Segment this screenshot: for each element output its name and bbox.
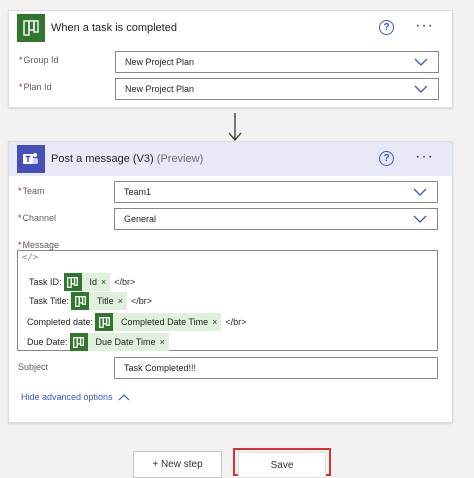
planner-token-icon [95,313,114,331]
new-step-button[interactable]: + New step [133,451,222,478]
token-label: Title [97,296,114,306]
close-icon[interactable]: × [118,296,127,306]
trigger-card: When a task is completed ? ··· *Group Id… [8,10,453,108]
group-id-label: *Group Id [19,55,59,65]
help-icon[interactable]: ? [379,20,394,35]
dynamic-token-title[interactable]: Title × [71,292,127,310]
planner-token-icon [69,333,88,351]
action-header[interactable]: Post a message (V3) (Preview) ? ··· [9,142,452,176]
team-value: Team1 [124,187,152,197]
token-label: Completed Date Time [121,317,209,327]
planner-token-icon [71,292,90,310]
required-marker: * [19,55,23,65]
subject-label: Subject [18,362,49,372]
line-suffix: </br> [225,317,247,327]
team-label: *Team [18,186,45,196]
preview-tag: (Preview) [156,153,204,165]
required-marker: * [18,186,22,196]
group-id-value: New Project Plan [125,57,195,67]
trigger-title: When a task is completed [51,22,177,34]
dynamic-token-id[interactable]: Id × [63,273,111,291]
save-button[interactable]: Save [238,452,326,478]
token-label: Id [89,277,98,287]
message-label: *Message [18,240,60,250]
dynamic-token-completed-date-time[interactable]: Completed Date Time × [95,313,222,331]
close-icon[interactable]: × [101,277,110,287]
token-label: Due Date Time [95,337,156,347]
subject-input[interactable]: Task Completed!!! [114,357,438,379]
plan-id-label: *Plan Id [19,82,52,92]
close-icon[interactable]: × [212,317,221,327]
plan-id-value: New Project Plan [125,84,195,94]
dynamic-token-due-date-time[interactable]: Due Date Time × [69,333,169,351]
channel-label: *Channel [18,213,57,223]
chevron-down-icon [413,188,427,196]
chevron-down-icon [413,215,427,223]
channel-dropdown[interactable]: General [114,208,438,230]
team-dropdown[interactable]: Team1 [114,181,438,203]
planner-token-icon [63,273,82,291]
chevron-down-icon [414,58,428,66]
required-marker: * [19,82,23,92]
plan-id-dropdown[interactable]: New Project Plan [115,78,439,100]
message-editor[interactable]: </> Task ID: Id × </br> Task Title: Titl… [17,250,438,351]
message-line-task-title: Task Title: Title × </br> [29,292,152,310]
subject-value: Task Completed!!! [124,363,197,373]
more-options-icon[interactable]: ··· [415,15,434,37]
message-line-completed-date: Completed date: Completed Date Time × </… [27,313,246,331]
close-icon[interactable]: × [160,337,169,347]
required-marker: * [18,240,22,250]
line-suffix: </br> [130,296,152,306]
line-prefix: Task ID: [29,277,62,287]
help-icon[interactable]: ? [379,151,394,166]
chevron-down-icon [414,85,428,93]
channel-value: General [124,214,157,224]
group-id-dropdown[interactable]: New Project Plan [115,51,439,73]
code-view-icon[interactable]: </> [22,253,38,263]
line-prefix: Completed date: [27,317,94,327]
chevron-up-icon [118,394,130,401]
more-options-icon[interactable]: ··· [415,146,434,168]
hide-advanced-options-link[interactable]: Hide advanced options [21,392,130,402]
advanced-link-label: Hide advanced options [21,392,113,402]
message-line-task-id: Task ID: Id × </br> [29,273,135,291]
planner-app-icon [17,14,45,42]
required-marker: * [18,213,22,223]
message-line-due-date: Due Date: Due Date Time × [27,333,173,351]
line-prefix: Due Date: [27,337,68,347]
trigger-header[interactable]: When a task is completed ? ··· [9,11,452,45]
arrow-down-icon [228,113,242,141]
line-suffix: </br> [114,277,136,287]
teams-app-icon [17,145,45,173]
action-title: Post a message (V3) (Preview) [51,153,204,165]
line-prefix: Task Title: [29,296,70,306]
